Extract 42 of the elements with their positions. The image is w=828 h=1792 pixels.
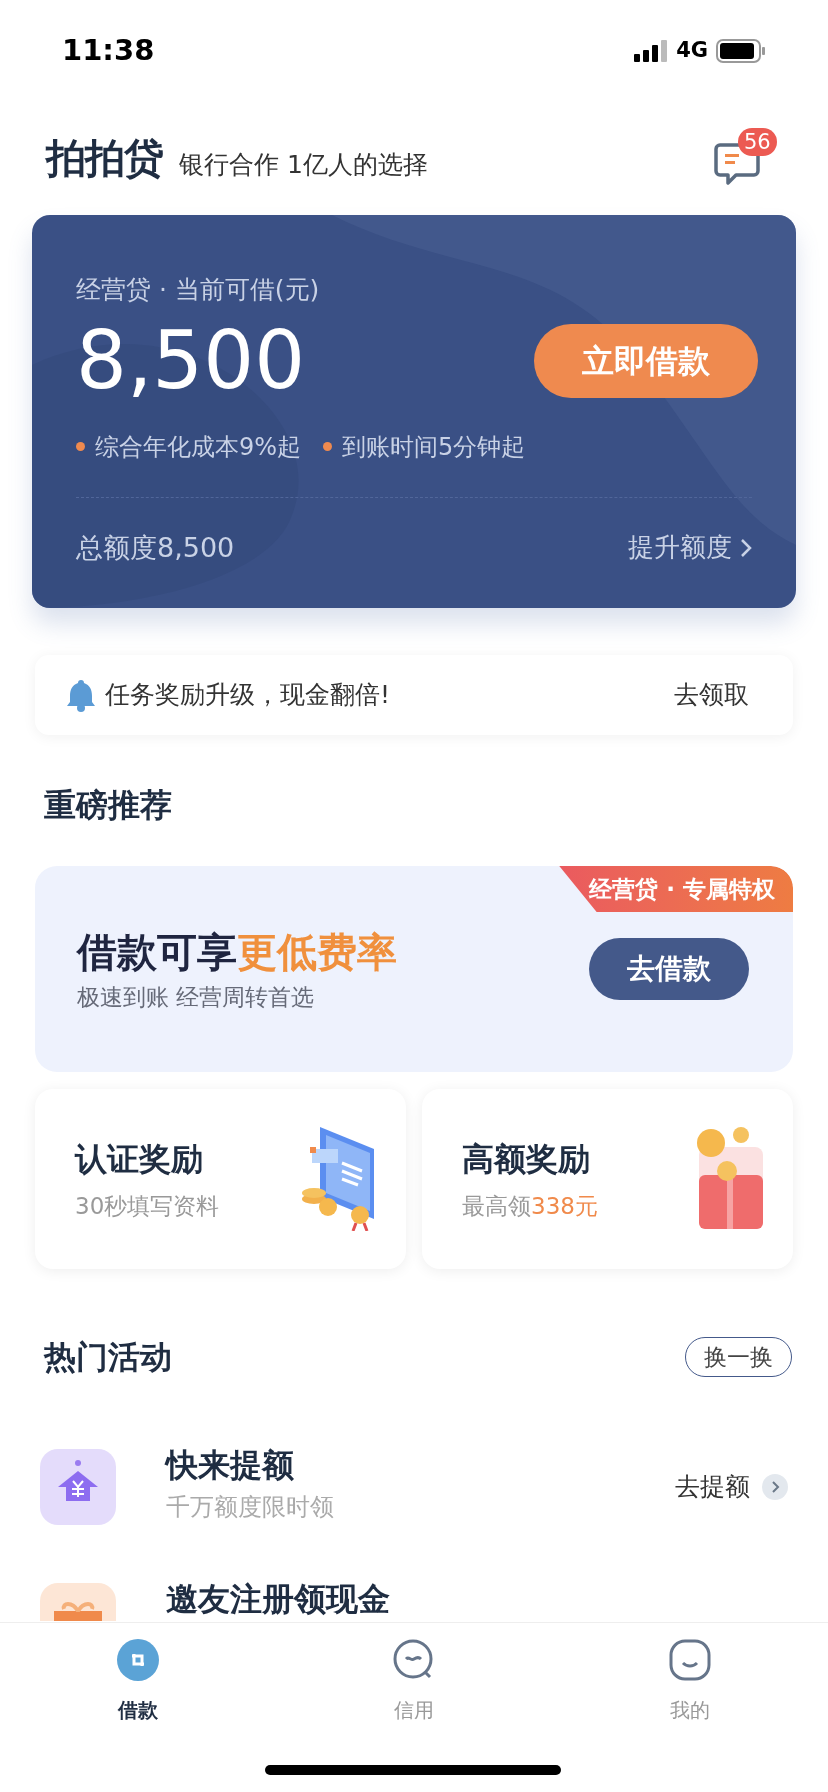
reward-subtitle: 最高领338元	[462, 1191, 598, 1221]
total-limit: 总额度8,500	[76, 530, 235, 565]
section-title: 热门活动	[44, 1337, 172, 1378]
promo-headline: 借款可享更低费率	[77, 928, 397, 977]
claim-link[interactable]: 去领取	[674, 676, 749, 714]
promo-banner[interactable]: 经营贷 · 专属特权 借款可享更低费率 极速到账 经营周转首选 去借款	[35, 866, 793, 1072]
loan-type-label: 经营贷 · 当前可借(元)	[76, 274, 321, 306]
smile-tab-icon	[669, 1639, 711, 1681]
activity-link[interactable]: 去提额	[675, 1468, 788, 1506]
notice-bar[interactable]: 任务奖励升级，现金翻倍! 去领取	[35, 655, 793, 735]
tab[interactable]: 借款	[0, 1639, 276, 1725]
chevron-right-icon	[762, 1474, 788, 1500]
battery-icon	[716, 39, 766, 63]
bell-icon	[65, 678, 97, 712]
reward-title: 认证奖励	[75, 1138, 204, 1180]
available-amount: 8,500	[76, 314, 306, 407]
reward-card[interactable]: 认证奖励 30秒填写资料	[35, 1089, 406, 1269]
activity-title: 邀友注册领现金	[166, 1579, 391, 1619]
reward-title: 高额奖励	[462, 1138, 591, 1180]
signal-icon	[634, 40, 669, 62]
section-title: 重磅推荐	[43, 785, 173, 826]
activity-title: 快来提额	[166, 1445, 295, 1485]
loan-tab-icon	[117, 1639, 159, 1681]
chat-face-tab-icon	[393, 1639, 435, 1681]
activity-subtitle: 千万额度限时领	[166, 1492, 335, 1523]
promo-tag: 经营贷 · 专属特权	[559, 866, 793, 912]
notice-text: 任务奖励升级，现金翻倍!	[105, 679, 391, 712]
network-label: 4G	[676, 37, 708, 65]
feature-text: 到账时间5分钟起	[342, 431, 526, 463]
raise-limit-link[interactable]: 提升额度	[628, 528, 752, 568]
app-logo: 拍拍贷	[46, 133, 163, 183]
feature-text: 综合年化成本9%起	[95, 431, 302, 463]
reward-card[interactable]: 高额奖励 最高领338元	[422, 1089, 793, 1269]
go-borrow-button[interactable]: 去借款	[589, 938, 749, 1000]
gift-icon	[40, 1583, 116, 1621]
status-time: 11:38	[62, 32, 155, 70]
reward-subtitle: 30秒填写资料	[75, 1191, 220, 1221]
house-yen-icon	[40, 1449, 116, 1525]
message-count-badge: 56	[738, 127, 777, 156]
tagline: 银行合作 1亿人的选择	[179, 149, 428, 181]
promo-subtitle: 极速到账 经营周转首选	[77, 983, 316, 1012]
chevron-right-icon	[740, 537, 752, 558]
